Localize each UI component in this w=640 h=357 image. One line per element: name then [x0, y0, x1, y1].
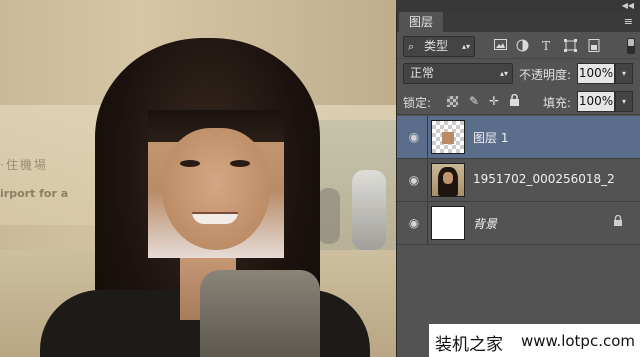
- opacity-slider-arrow-icon[interactable]: ▾: [615, 63, 633, 84]
- lock-image-pixels-icon[interactable]: ✎: [467, 94, 481, 108]
- layer-filter-bar: ⌕ 类型 ▴▾ T: [397, 34, 640, 59]
- divider: [427, 202, 428, 244]
- lock-label: 锁定:: [403, 96, 432, 110]
- panel-menu-icon[interactable]: ≡: [624, 15, 633, 28]
- filter-toggle-switch[interactable]: [627, 38, 635, 54]
- tab-layers[interactable]: 图层: [399, 12, 444, 32]
- layer-name[interactable]: 图层 1: [473, 129, 508, 146]
- fill-slider-arrow-icon[interactable]: ▾: [615, 91, 633, 112]
- layer-thumbnail: [431, 120, 465, 154]
- filter-type-select[interactable]: ⌕ 类型 ▴▾: [403, 36, 475, 57]
- layer-lock-icon: [613, 214, 623, 229]
- layer-name[interactable]: 背景: [473, 215, 497, 232]
- fill-input[interactable]: 100%: [577, 91, 615, 112]
- blend-controls: 正常 ▴▾ 不透明度: 100% ▾: [397, 60, 640, 86]
- opacity-input[interactable]: 100%: [577, 63, 615, 84]
- dropdown-arrow-icon: ▴▾: [461, 42, 470, 51]
- fill-label: 填充:: [543, 96, 572, 110]
- text-filter-icon[interactable]: T: [539, 39, 553, 53]
- layer-row[interactable]: ◉ 图层 1: [397, 116, 640, 159]
- background-sign-text: irport for a: [0, 187, 69, 200]
- dropdown-arrow-icon: ▴▾: [499, 69, 508, 78]
- layer-row[interactable]: ◉ 背景: [397, 202, 640, 245]
- layer-row[interactable]: ◉ 1951702_000256018_2: [397, 159, 640, 202]
- search-icon: ⌕: [408, 40, 415, 53]
- divider: [427, 116, 428, 158]
- visibility-eye-icon[interactable]: ◉: [407, 216, 421, 230]
- watermark-site-name: 装机之家: [435, 335, 503, 355]
- collapse-panels-icon[interactable]: ◀◀: [622, 0, 634, 12]
- background-sign-text: ·住機場: [0, 158, 48, 172]
- filter-type-label: 类型: [424, 39, 449, 53]
- pasted-face: [162, 128, 270, 250]
- lock-all-icon[interactable]: [507, 93, 521, 108]
- subject-scarf: [200, 270, 320, 357]
- panel-dock-header: ◀◀: [396, 0, 640, 12]
- opacity-label: 不透明度:: [519, 68, 572, 82]
- panel-tab-bar: 图层 ≡: [397, 12, 640, 32]
- face-mouth: [192, 212, 238, 224]
- visibility-eye-icon[interactable]: ◉: [407, 130, 421, 144]
- watermark-url: www.lotpc.com: [521, 332, 635, 350]
- site-watermark: 装机之家 www.lotpc.com: [429, 324, 640, 357]
- thumb-face: [443, 172, 453, 184]
- shape-filter-icon[interactable]: [563, 39, 577, 53]
- adjustment-filter-icon[interactable]: [515, 39, 529, 53]
- blend-mode-value: 正常: [410, 66, 435, 80]
- document-canvas[interactable]: ·住機場 irport for a: [0, 0, 396, 357]
- smart-object-filter-icon[interactable]: [587, 39, 601, 53]
- face-left-eye: [180, 160, 200, 167]
- lock-transparent-pixels-icon[interactable]: [447, 96, 458, 107]
- blend-mode-select[interactable]: 正常 ▴▾: [403, 63, 513, 84]
- layer-thumbnail: [431, 206, 465, 240]
- image-filter-icon[interactable]: [493, 39, 507, 53]
- layers-panel: 图层 ≡ ⌕ 类型 ▴▾ T 正常 ▴▾ 不透明度: 100% ▾ 锁定: ✎ …: [396, 12, 640, 357]
- visibility-eye-icon[interactable]: ◉: [407, 173, 421, 187]
- lock-position-icon[interactable]: ✛: [487, 94, 501, 108]
- layer-thumbnail: [431, 163, 465, 197]
- face-right-eye: [230, 160, 250, 167]
- face-thumbnail: [442, 132, 454, 144]
- divider: [427, 159, 428, 201]
- lock-controls: 锁定: ✎ ✛ 填充: 100% ▾: [397, 88, 640, 115]
- background-person: [352, 170, 386, 250]
- layer-name[interactable]: 1951702_000256018_2: [473, 172, 615, 186]
- background-person: [318, 188, 340, 244]
